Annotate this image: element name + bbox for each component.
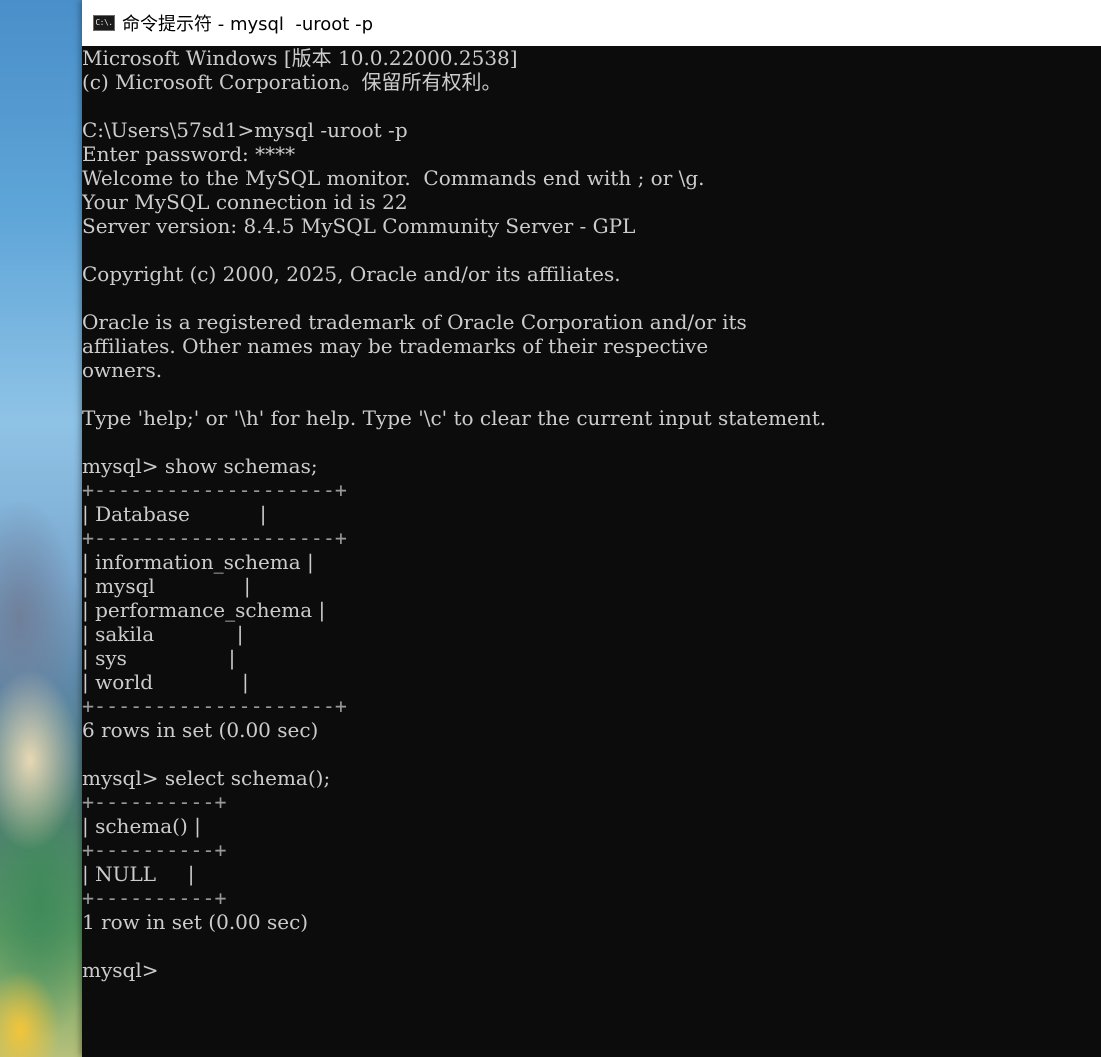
console-line: Copyright (c) 2000, 2025, Oracle and/or … <box>82 262 621 286</box>
console-line: 6 rows in set (0.00 sec) <box>82 718 319 742</box>
console-line: Server version: 8.4.5 MySQL Community Se… <box>82 214 636 238</box>
console-line: Your MySQL connection id is 22 <box>82 190 408 214</box>
cmd-icon: C:\. <box>93 15 115 31</box>
table-border: +----------+ <box>82 838 227 862</box>
desktop: C:\. 命令提示符 - mysql -uroot -p Microsoft W… <box>0 0 1101 1057</box>
title-bar[interactable]: C:\. 命令提示符 - mysql -uroot -p <box>82 0 1101 46</box>
console-line: Welcome to the MySQL monitor. Commands e… <box>82 166 705 190</box>
console-line: Oracle is a registered trademark of Orac… <box>82 310 747 334</box>
console-line: (c) Microsoft Corporation。保留所有权利。 <box>82 70 502 94</box>
console-line: affiliates. Other names may be trademark… <box>82 334 709 358</box>
table-border: +--------------------+ <box>82 478 347 502</box>
command-prompt-window[interactable]: C:\. 命令提示符 - mysql -uroot -p Microsoft W… <box>82 0 1101 1057</box>
console-line: Type 'help;' or '\h' for help. Type '\c'… <box>82 406 827 430</box>
table-border: +----------+ <box>82 790 227 814</box>
table-row: | mysql | <box>82 574 251 598</box>
table-row: | performance_schema | <box>82 598 326 622</box>
console-line: Enter password: **** <box>82 142 296 166</box>
table-row: | sys | <box>82 646 236 670</box>
table-border: +--------------------+ <box>82 526 347 550</box>
table-border: +----------+ <box>82 886 227 910</box>
console-line: Microsoft Windows [版本 10.0.22000.2538] <box>82 46 518 70</box>
window-title: 命令提示符 - mysql -uroot -p <box>122 14 374 35</box>
command-line: C:\Users\57sd1>mysql -uroot -p <box>82 118 408 142</box>
table-row: | information_schema | <box>82 550 314 574</box>
command-line: mysql> select schema(); <box>82 766 331 790</box>
table-row: | schema() | <box>82 814 201 838</box>
mysql-prompt[interactable]: mysql> <box>82 958 1101 982</box>
table-row: | sakila | <box>82 622 244 646</box>
console-line: 1 row in set (0.00 sec) <box>82 910 309 934</box>
command-line: mysql> show schemas; <box>82 454 318 478</box>
table-row: | Database | <box>82 502 267 526</box>
table-row: | world | <box>82 670 249 694</box>
table-row: | NULL | <box>82 862 195 886</box>
table-border: +--------------------+ <box>82 694 347 718</box>
console-line: owners. <box>82 358 163 382</box>
desktop-wallpaper <box>0 0 82 1057</box>
console-output[interactable]: Microsoft Windows [版本 10.0.22000.2538] (c… <box>82 46 1101 1057</box>
